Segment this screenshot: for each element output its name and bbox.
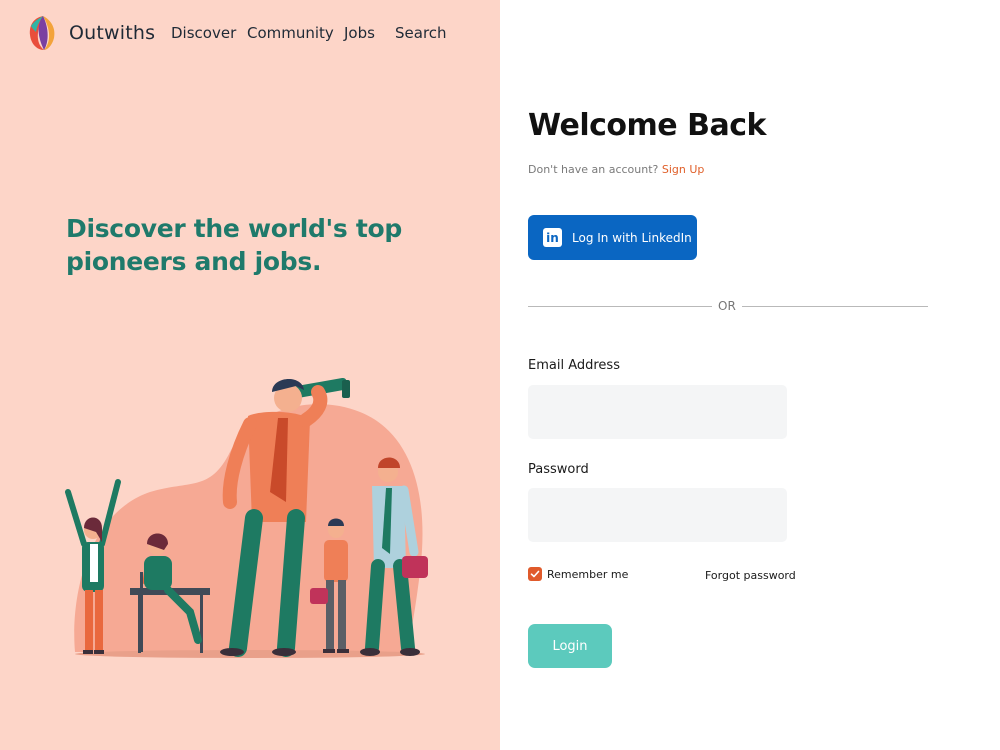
email-field[interactable]: [528, 385, 787, 439]
team-illustration: [65, 377, 428, 658]
login-button[interactable]: Login: [528, 624, 612, 668]
nav-community[interactable]: Community: [247, 24, 334, 42]
checkmark-icon: [530, 570, 540, 578]
no-account-text: Don't have an account?: [528, 163, 659, 176]
divider-right: [742, 306, 928, 307]
nav-discover[interactable]: Discover: [171, 24, 236, 42]
hero-headline: Discover the world's top pioneers and jo…: [66, 214, 403, 276]
signup-prompt: Don't have an account? Sign Up: [528, 163, 704, 176]
brand-name[interactable]: Outwiths: [69, 22, 155, 44]
password-field[interactable]: [528, 488, 787, 542]
hero-panel: Outwiths Discover Community Jobs Search …: [0, 0, 500, 750]
nav-search[interactable]: Search: [395, 24, 447, 42]
forgot-password-link[interactable]: Forgot password: [705, 569, 796, 582]
nav-jobs[interactable]: Jobs: [344, 24, 375, 42]
signup-link[interactable]: Sign Up: [662, 163, 705, 176]
divider-left: [528, 306, 712, 307]
login-title: Welcome Back: [528, 108, 766, 143]
linkedin-icon: in: [543, 228, 562, 247]
linkedin-button-label: Log In with LinkedIn: [572, 230, 692, 245]
remember-checkbox[interactable]: [528, 567, 542, 581]
or-divider-text: OR: [718, 299, 736, 313]
email-label: Email Address: [528, 358, 620, 373]
linkedin-login-button[interactable]: in Log In with LinkedIn: [528, 215, 697, 260]
remember-me-control[interactable]: Remember me: [528, 567, 628, 581]
password-label: Password: [528, 462, 589, 477]
logo-icon[interactable]: [27, 14, 59, 52]
remember-me-label: Remember me: [547, 567, 629, 581]
